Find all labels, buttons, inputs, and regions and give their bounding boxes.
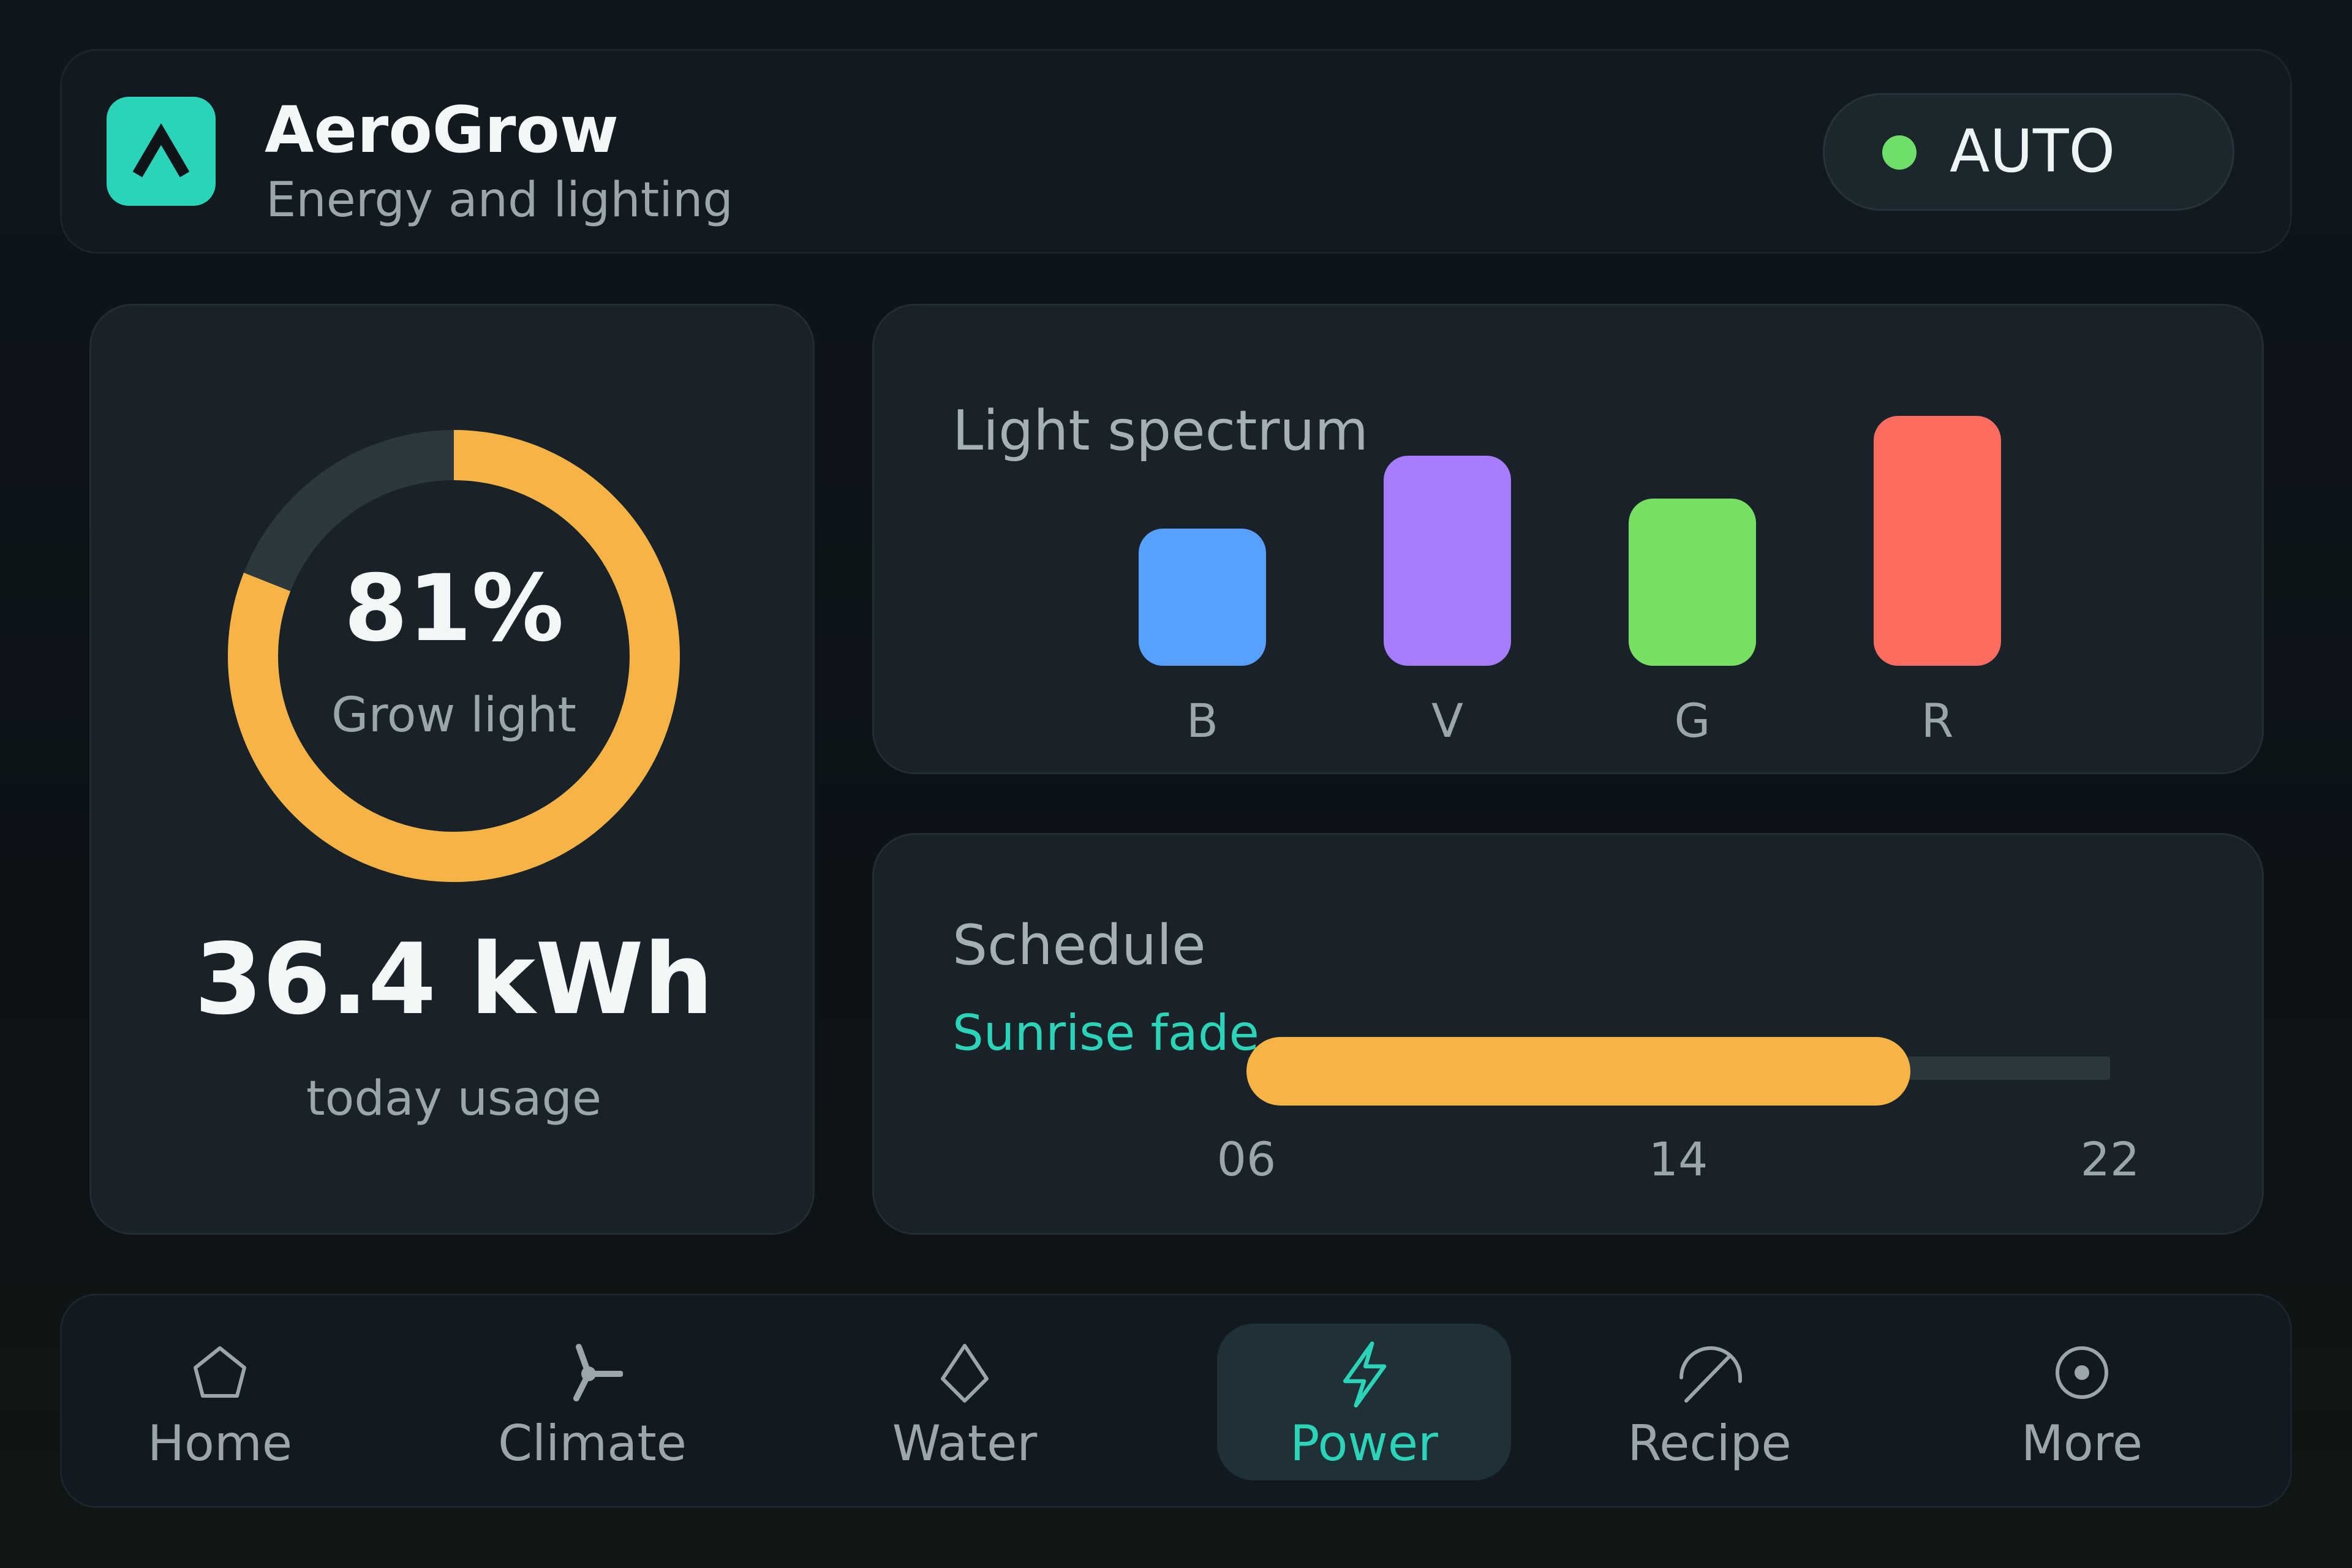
spectrum-title: Light spectrum xyxy=(952,399,1369,463)
app-logo xyxy=(107,97,216,206)
droplet-icon xyxy=(941,1344,989,1403)
nav-label: Water xyxy=(892,1415,1038,1472)
schedule-tick-label: 22 xyxy=(2080,1132,2140,1186)
mode-status-dot xyxy=(1882,135,1917,170)
nav-item-water[interactable]: Water xyxy=(818,1324,1112,1480)
schedule-tick-label: 14 xyxy=(1648,1132,1708,1186)
more-circle-icon xyxy=(2056,1346,2108,1399)
mode-label: AUTO xyxy=(1950,117,2116,186)
nav-item-power[interactable]: Power xyxy=(1217,1324,1511,1480)
nav-label: Power xyxy=(1290,1415,1438,1472)
energy-card: 81% Grow light 36.4 kWh today usage xyxy=(89,304,815,1235)
light-spectrum-card: Light spectrum B V G R xyxy=(872,304,2264,774)
spectrum-label-b: B xyxy=(1186,693,1219,748)
fan-icon xyxy=(573,1344,623,1401)
bottom-nav: Home Climate Water Power Recipe More xyxy=(60,1294,2292,1508)
gauge-icon xyxy=(1679,1346,1742,1403)
schedule-active-range[interactable] xyxy=(1246,1037,1910,1106)
spectrum-bar-g xyxy=(1629,499,1756,666)
nav-item-more[interactable]: More xyxy=(1935,1324,2229,1480)
grow-light-label: Grow light xyxy=(331,688,576,743)
spectrum-label-v: V xyxy=(1431,693,1463,748)
chevron-up-logo-icon xyxy=(132,123,190,178)
nav-item-recipe[interactable]: Recipe xyxy=(1562,1324,1856,1480)
nav-label: More xyxy=(2021,1415,2143,1472)
energy-usage-value: 36.4 kWh xyxy=(194,922,714,1036)
schedule-title: Schedule xyxy=(952,913,1206,978)
spectrum-label-g: G xyxy=(1674,693,1711,748)
grow-light-percent: 81% xyxy=(344,556,564,662)
spectrum-label-r: R xyxy=(1921,693,1954,748)
schedule-program[interactable]: Sunrise fade xyxy=(952,1009,1259,1058)
nav-item-home[interactable]: Home xyxy=(73,1324,367,1480)
app-title: AeroGrow xyxy=(265,92,619,167)
schedule-card: Schedule Sunrise fade 06 14 22 xyxy=(872,833,2264,1235)
lightning-icon xyxy=(1343,1341,1387,1408)
spectrum-bar-b xyxy=(1139,529,1266,666)
spectrum-bar-v xyxy=(1384,456,1511,666)
nav-item-climate[interactable]: Climate xyxy=(445,1324,739,1480)
energy-usage-label: today usage xyxy=(306,1071,601,1126)
nav-label: Recipe xyxy=(1627,1415,1792,1472)
nav-label: Home xyxy=(147,1415,293,1472)
spectrum-bar-r xyxy=(1874,416,2001,666)
nav-label: Climate xyxy=(498,1415,687,1472)
app-subtitle: Energy and lighting xyxy=(266,173,733,228)
home-icon xyxy=(194,1346,246,1398)
schedule-tick-label: 06 xyxy=(1216,1132,1276,1186)
mode-toggle[interactable]: AUTO xyxy=(1823,93,2234,211)
